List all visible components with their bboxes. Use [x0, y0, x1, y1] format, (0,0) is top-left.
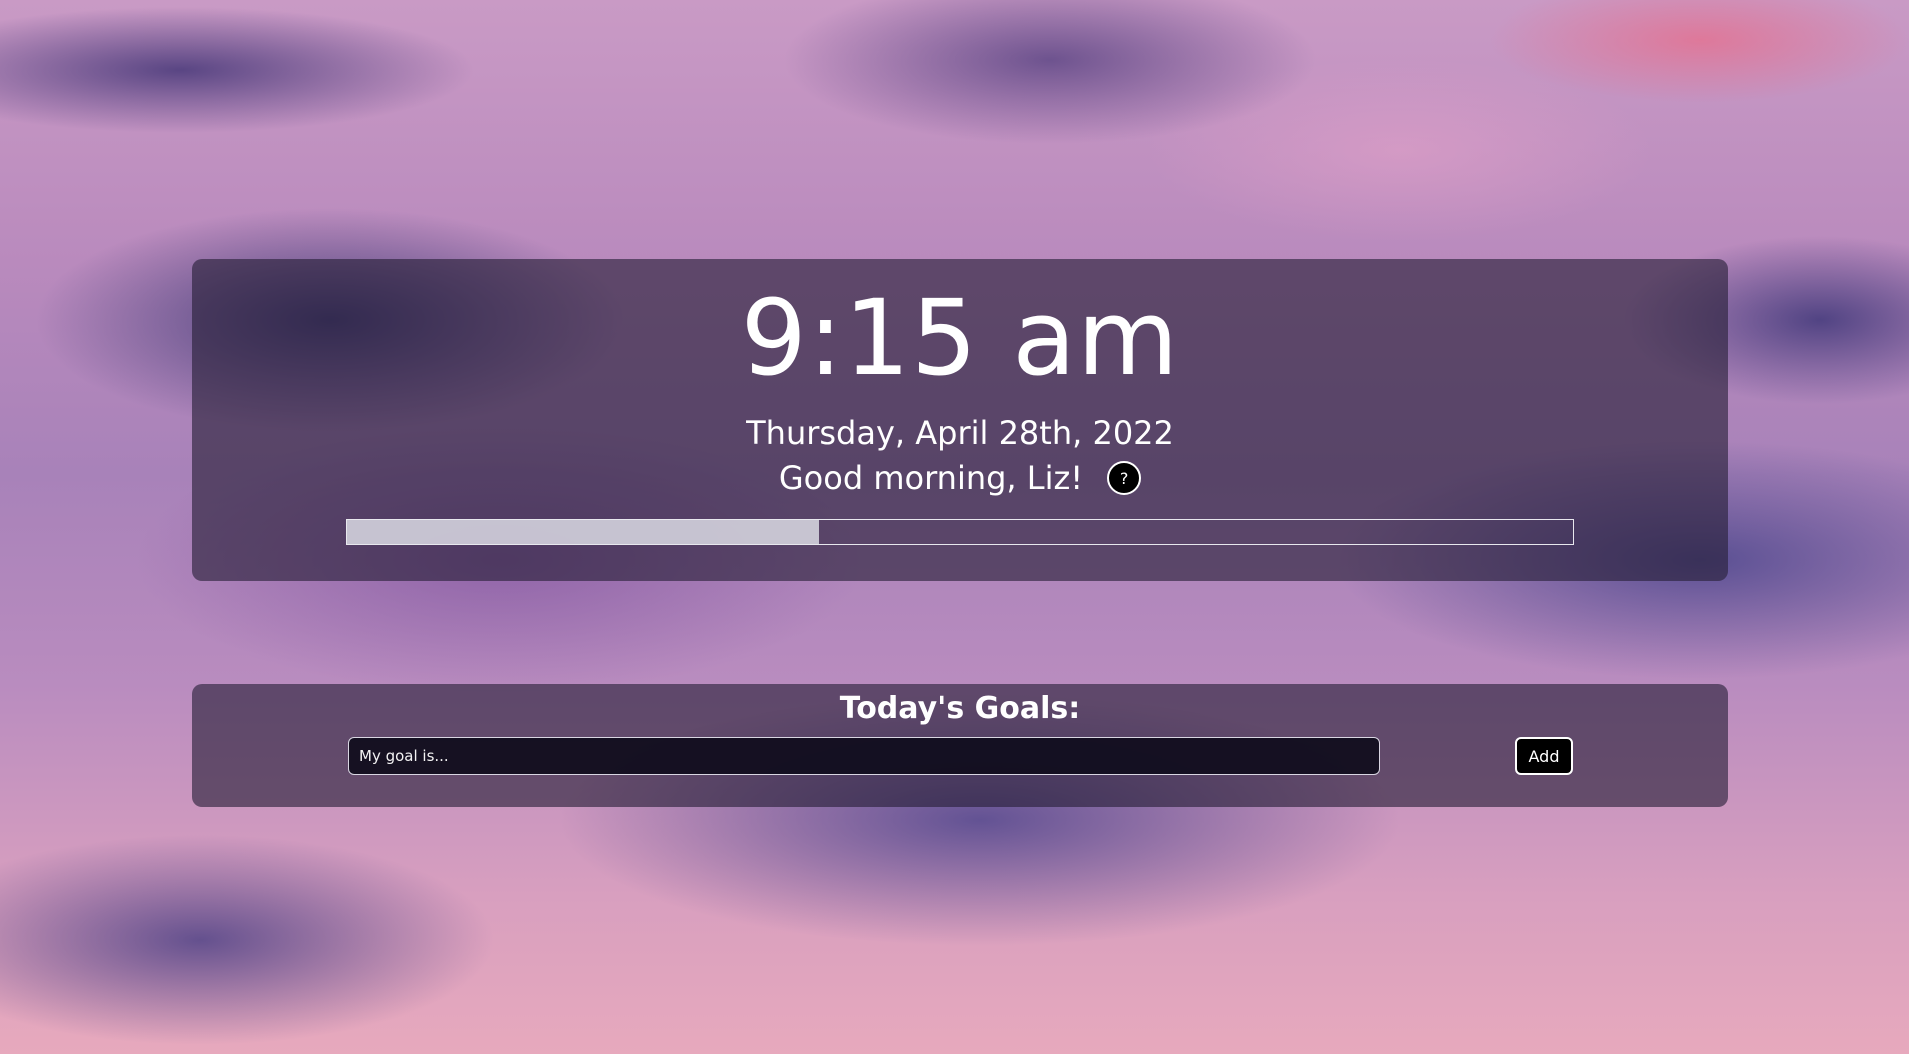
- goals-title: Today's Goals:: [839, 691, 1081, 726]
- day-progress-fill: [347, 520, 819, 544]
- current-date: Thursday, April 28th, 2022: [746, 414, 1174, 452]
- question-mark-icon: ?: [1119, 468, 1129, 488]
- clock-panel: 9:15 am Thursday, April 28th, 2022 Good …: [192, 259, 1728, 581]
- add-goal-button[interactable]: Add: [1515, 737, 1573, 775]
- goal-input[interactable]: [348, 737, 1380, 775]
- help-button[interactable]: ?: [1107, 461, 1142, 495]
- greeting-text: Good morning, Liz!: [778, 458, 1084, 497]
- day-progress-bar: [346, 519, 1574, 545]
- current-time: 9:15 am: [740, 277, 1180, 399]
- goals-panel: Today's Goals: Add: [192, 684, 1728, 807]
- greeting-row: Good morning, Liz! ?: [192, 457, 1728, 499]
